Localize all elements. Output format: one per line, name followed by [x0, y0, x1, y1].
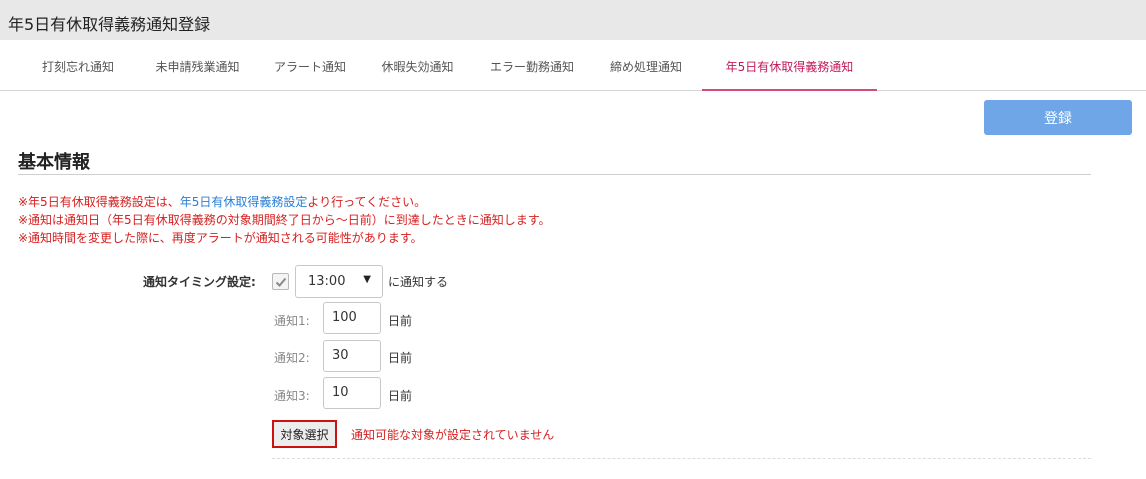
form-divider [272, 458, 1091, 459]
notify-1-unit: 日前 [388, 314, 413, 328]
page-title: 年5日有休取得義務通知登録 [8, 15, 211, 34]
tab-error-attendance[interactable]: エラー勤務通知 [478, 40, 586, 91]
timing-setting-label: 通知タイミング設定: [143, 275, 256, 289]
notice-line-1: ※年5日有休取得義務設定は、年5日有休取得義務設定より行ってください。 [18, 193, 551, 211]
tab-punch-missed[interactable]: 打刻忘れ通知 [28, 40, 128, 91]
target-status-message: 通知可能な対象が設定されていません [351, 428, 555, 442]
paid-leave-settings-link[interactable]: 年5日有休取得義務設定 [180, 195, 308, 209]
notify-2-label: 通知2: [274, 351, 310, 365]
timing-checkbox[interactable] [272, 273, 289, 290]
notify-2-unit: 日前 [388, 351, 413, 365]
notify-time-value: 13:00 [308, 274, 346, 289]
notify-3-label: 通知3: [274, 389, 310, 403]
notice-line-2: ※通知は通知日（年5日有休取得義務の対象期間終了日から〜日前）に到達したときに通… [18, 213, 551, 227]
register-button[interactable]: 登録 [984, 100, 1132, 135]
notice-line-1-prefix: ※年5日有休取得義務設定は、 [18, 195, 180, 209]
tab-alert[interactable]: アラート通知 [265, 40, 355, 91]
section-title: 基本情報 [18, 152, 90, 173]
tab-paid-leave-obligation[interactable]: 年5日有休取得義務通知 [702, 40, 877, 91]
title-bar: 年5日有休取得義務通知登録 [0, 0, 1146, 40]
notify-2-input[interactable]: 30 [323, 340, 381, 372]
section-divider [18, 174, 1091, 175]
notify-time-select[interactable]: 13:00 ▼ [295, 265, 383, 298]
notice-text: ※年5日有休取得義務設定は、年5日有休取得義務設定より行ってください。 ※通知は… [18, 193, 551, 247]
tab-bar: 打刻忘れ通知 未申請残業通知 アラート通知 休暇失効通知 エラー勤務通知 締め処… [0, 40, 1146, 91]
notice-line-1-suffix: より行ってください。 [307, 195, 427, 209]
notify-1-label: 通知1: [274, 314, 310, 328]
notify-3-unit: 日前 [388, 389, 413, 403]
caret-down-icon: ▼ [363, 274, 371, 285]
target-select-button[interactable]: 対象選択 [272, 420, 337, 448]
tab-leave-expiry[interactable]: 休暇失効通知 [365, 40, 470, 91]
notify-3-input[interactable]: 10 [323, 377, 381, 409]
check-icon [275, 277, 286, 287]
tab-unapplied-overtime[interactable]: 未申請残業通知 [140, 40, 255, 91]
tab-closing-process[interactable]: 締め処理通知 [596, 40, 696, 91]
notify-1-input[interactable]: 100 [323, 302, 381, 334]
timing-suffix: に通知する [388, 275, 449, 289]
notice-line-3: ※通知時間を変更した際に、再度アラートが通知される可能性があります。 [18, 231, 423, 245]
